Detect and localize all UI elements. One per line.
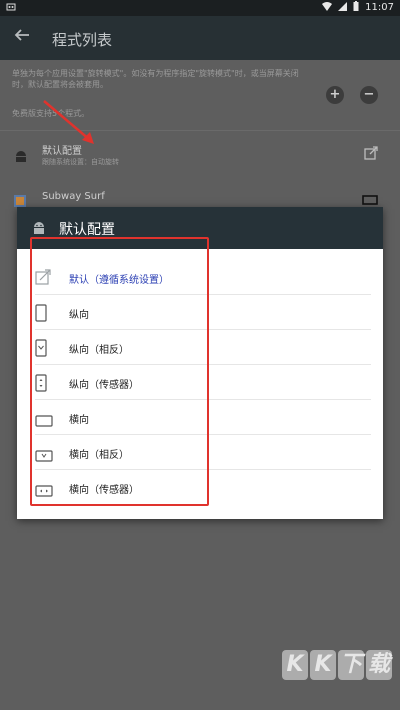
app-name: Subway Surf — [42, 191, 105, 202]
description-text: 单独为每个应用设置"旋转模式"。如没有为程序指定"旋转模式"时，或当屏幕关闭时，… — [12, 69, 299, 89]
android-icon — [14, 148, 28, 162]
add-app-button[interactable]: + — [326, 86, 344, 104]
status-bar: 11:07 — [0, 0, 400, 16]
battery-icon — [353, 1, 359, 14]
open-external-icon[interactable] — [364, 146, 378, 164]
watermark-char: K — [282, 650, 308, 680]
dialog-title: 默认配置 — [59, 222, 115, 238]
remove-app-button[interactable]: − — [360, 86, 378, 104]
signal-icon — [338, 1, 348, 14]
app-row-subway[interactable]: Subway Surf — [0, 188, 400, 208]
app-thumbnail-icon — [14, 192, 28, 207]
wifi-icon — [322, 1, 333, 14]
annotation-arrow — [43, 100, 94, 144]
watermark-char: 载 — [366, 650, 392, 680]
app-bar: 程式列表 — [0, 16, 400, 60]
watermark-logo: K K 下 载 — [282, 650, 392, 680]
annotation-highlight-box — [30, 237, 209, 506]
page-title: 程式列表 — [52, 31, 113, 49]
android-icon — [31, 220, 47, 236]
app-setting: 跟随系统设置：自动旋转 — [42, 158, 119, 166]
watermark-char: 下 — [338, 650, 364, 680]
notification-icon — [6, 2, 16, 15]
back-arrow-icon[interactable] — [14, 27, 30, 48]
watermark-char: K — [310, 650, 336, 680]
clock: 11:07 — [365, 2, 394, 13]
